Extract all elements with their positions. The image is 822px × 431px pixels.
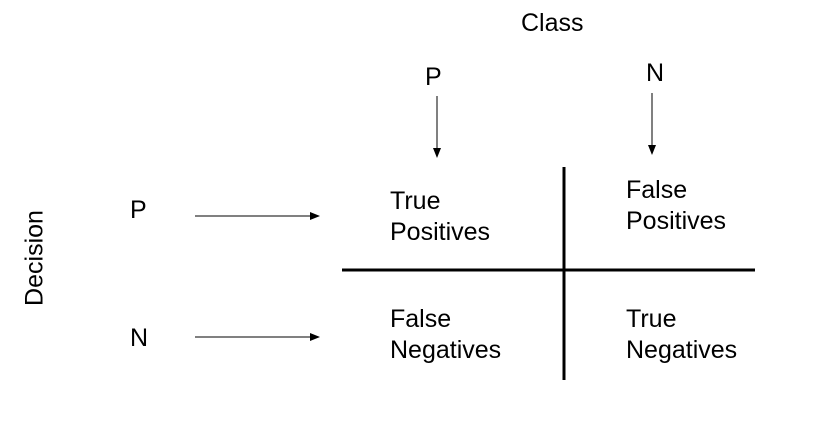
cell-line: Negatives: [390, 336, 502, 364]
cell-line: True: [626, 305, 677, 333]
class-p-label: P: [425, 63, 442, 91]
decision-n-label: N: [130, 324, 149, 352]
cell-false-negatives: False Negatives: [390, 304, 501, 366]
cell-line: Positives: [390, 218, 491, 246]
class-axis-title: Class: [521, 9, 584, 37]
cell-line: False: [626, 176, 688, 204]
cell-line: False: [390, 305, 452, 333]
cell-line: Negatives: [626, 336, 738, 364]
cell-line: Positives: [626, 207, 727, 235]
class-n-label: N: [646, 59, 665, 87]
cell-false-positives: False Positives: [626, 175, 726, 237]
decision-p-label: P: [130, 196, 147, 224]
cell-true-negatives: True Negatives: [626, 304, 737, 366]
decision-axis-title: Decision: [20, 210, 49, 306]
cell-true-positives: True Positives: [390, 186, 490, 248]
cell-line: True: [390, 187, 441, 215]
confusion-matrix-diagram: Class Decision P N P N True Positives Fa…: [0, 0, 822, 431]
